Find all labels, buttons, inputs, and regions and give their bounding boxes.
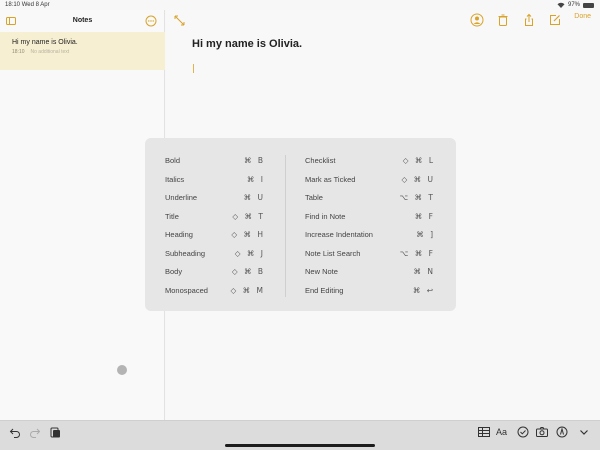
shortcut-label: Find in Note (305, 211, 346, 221)
status-bar: 18:10 Wed 8 Apr 97% (0, 0, 600, 10)
shortcut-keys: ⌘ F (414, 211, 435, 221)
note-heading[interactable]: Hi my name is Olivia. (192, 38, 302, 50)
sidebar-title: Notes (72, 17, 93, 24)
shortcut-row: Underline ⌘ U (165, 192, 265, 211)
note-list-item-subtitle: No additional text (30, 49, 70, 55)
shortcut-keys: ◇ ⌘ J (234, 248, 265, 258)
markup-icon[interactable] (556, 426, 568, 438)
shortcut-label: Mark as Ticked (305, 174, 356, 184)
shortcut-row: End Editing ⌘ ↩ (305, 285, 435, 304)
shortcut-label: Bold (165, 156, 181, 165)
shortcut-row: Checklist ◇ ⌘ L (305, 155, 435, 174)
share-icon[interactable] (522, 13, 536, 27)
shortcut-label: Monospaced (165, 285, 208, 295)
note-list-item-meta: 18:10 No additional text (12, 49, 69, 55)
wifi-icon (557, 2, 565, 8)
status-date: Wed 8 Apr (21, 2, 50, 8)
battery-icon (583, 2, 594, 8)
trash-icon[interactable] (496, 13, 510, 27)
shortcut-label: Table (305, 193, 323, 202)
shortcut-divider (285, 155, 286, 297)
done-button[interactable]: Done (574, 13, 591, 20)
sidebar-header: Notes (0, 10, 165, 32)
note-list-item[interactable]: Hi my name is Olivia. 18:10 No additional… (0, 32, 165, 70)
shortcut-row: Bold ⌘ B (165, 155, 265, 174)
shortcut-keys: ◇ ⌘ B (231, 267, 265, 276)
status-indicators: 97% (557, 2, 594, 8)
shortcut-keys: ⌘ I (246, 174, 265, 184)
assistive-touch-dot[interactable] (117, 365, 127, 375)
shortcut-label: Subheading (165, 248, 206, 258)
shortcut-label: New Note (305, 267, 338, 276)
checklist-icon[interactable] (517, 426, 529, 438)
shortcut-label: Checklist (305, 156, 336, 165)
shortcut-row: Italics ⌘ I (165, 174, 265, 193)
shortcut-row: Title ◇ ⌘ T (165, 211, 265, 230)
shortcut-label: Note List Search (305, 248, 361, 258)
notes-sidebar: Notes Hi my name is Olivia. 18:10 No addi… (0, 10, 165, 420)
table-icon[interactable] (478, 426, 490, 438)
shortcut-row: Find in Note ⌘ F (305, 211, 435, 230)
chevron-down-icon[interactable] (578, 426, 590, 438)
shortcut-row: Heading ◇ ⌘ H (165, 229, 265, 248)
shortcut-label: Body (165, 267, 183, 276)
shortcut-label: End Editing (305, 285, 344, 295)
shortcut-label: Italics (165, 174, 185, 184)
shortcut-label: Increase Indentation (305, 230, 373, 239)
shortcut-keys: ⌘ U (243, 193, 265, 202)
shortcut-keys: ⌥ ⌘ F (399, 248, 435, 258)
home-indicator[interactable] (225, 444, 375, 447)
shortcut-row: Increase Indentation ⌘ ] (305, 229, 435, 248)
shortcut-row: Table ⌥ ⌘ T (305, 192, 435, 211)
shortcut-keys: ◇ ⌘ H (231, 230, 265, 239)
shortcut-keys: ⌘ B (243, 156, 265, 165)
shortcut-keys: ⌘ ↩ (412, 285, 435, 295)
shortcut-row: Subheading ◇ ⌘ J (165, 248, 265, 267)
shortcut-column-left: Bold ⌘ B Italics ⌘ I Underline ⌘ U Title ◇ ⌘… (165, 155, 265, 303)
bottom-toolbar: Aa (0, 420, 600, 450)
keyboard-shortcuts-panel: Bold ⌘ B Italics ⌘ I Underline ⌘ U Title ◇ ⌘… (145, 138, 456, 311)
format-text-button[interactable]: Aa (496, 426, 512, 438)
camera-icon[interactable] (536, 426, 548, 438)
compose-icon[interactable] (548, 13, 562, 27)
shortcut-row: Monospaced ◇ ⌘ M (165, 285, 265, 304)
note-list-item-title: Hi my name is Olivia. (12, 39, 78, 46)
shortcut-label: Title (165, 211, 179, 221)
share-person-icon[interactable] (470, 13, 484, 27)
shortcut-keys: ◇ ⌘ M (230, 285, 265, 295)
status-time: 18:10 (5, 2, 21, 8)
redo-icon[interactable] (29, 426, 41, 438)
shortcut-keys: ⌘ ] (416, 230, 435, 239)
shortcut-column-right: Checklist ◇ ⌘ L Mark as Ticked ◇ ⌘ U Table… (305, 155, 435, 303)
text-cursor (193, 64, 194, 73)
paste-icon[interactable] (49, 426, 61, 438)
battery-percent: 97% (567, 2, 580, 8)
shortcut-label: Underline (165, 193, 198, 202)
shortcut-keys: ◇ ⌘ L (402, 156, 435, 165)
more-icon[interactable] (145, 15, 157, 27)
shortcut-row: Mark as Ticked ◇ ⌘ U (305, 174, 435, 193)
shortcut-keys: ◇ ⌘ T (232, 211, 265, 221)
expand-icon[interactable] (174, 15, 185, 26)
battery-level-fill (584, 3, 593, 7)
shortcut-row: New Note ⌘ N (305, 266, 435, 285)
shortcut-keys: ⌘ N (413, 267, 435, 276)
note-list-item-time: 18:10 (12, 49, 25, 55)
shortcut-label: Heading (165, 230, 193, 239)
shortcut-keys: ◇ ⌘ U (401, 174, 435, 184)
status-time-date: 18:10 Wed 8 Apr (5, 2, 50, 8)
undo-icon[interactable] (9, 426, 21, 438)
shortcut-keys: ⌥ ⌘ T (399, 193, 435, 202)
shortcut-row: Note List Search ⌥ ⌘ F (305, 248, 435, 267)
shortcut-row: Body ◇ ⌘ B (165, 266, 265, 285)
